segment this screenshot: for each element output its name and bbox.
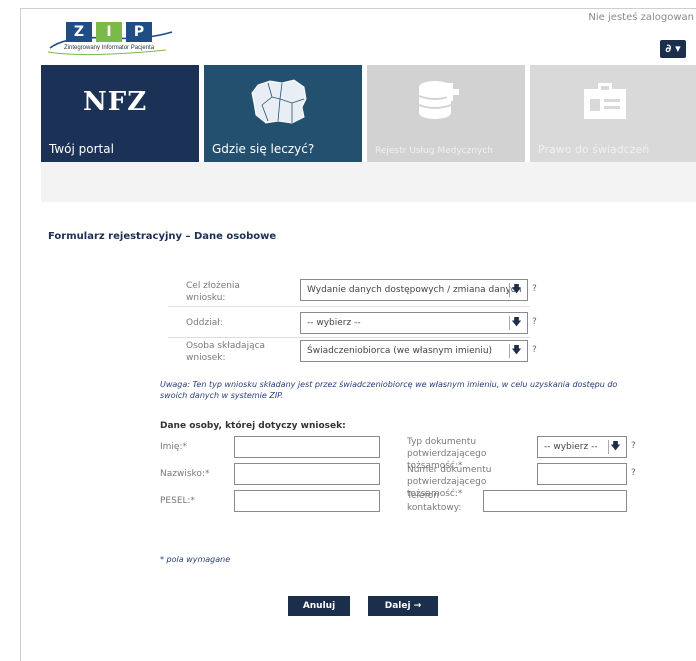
warning-note: Uwaga: Ten typ wniosku składany jest prz… xyxy=(160,380,618,400)
pesel-input[interactable] xyxy=(234,490,380,512)
cancel-button[interactable]: Anuluj xyxy=(288,596,350,616)
login-status: Nie jesteś zalogowan xyxy=(588,12,694,23)
tile-prawo-do-swiadczen[interactable]: Prawo do świadczeń xyxy=(530,65,696,162)
telefon-input[interactable] xyxy=(483,490,627,512)
imie-input[interactable] xyxy=(234,436,380,458)
tile-label: Prawo do świadczeń xyxy=(538,143,650,156)
next-button[interactable]: Dalej → xyxy=(368,596,438,616)
telefon-label: Telefon kontaktowy: xyxy=(407,491,462,513)
arrow-down-icon: 🡇 xyxy=(509,344,523,358)
tile-gdzie-sie-leczyc[interactable]: Gdzie się leczyć? xyxy=(204,65,362,162)
help-icon[interactable]: ? xyxy=(532,345,537,355)
arrow-down-icon: 🡇 xyxy=(509,283,523,297)
section-title: Dane osoby, której dotyczy wniosek: xyxy=(160,421,346,431)
tile-label: Rejestr Usług Medycznych xyxy=(375,146,494,156)
help-icon[interactable]: ? xyxy=(631,468,636,478)
form-title: Formularz rejestracyjny – Dane osobowe xyxy=(48,231,277,242)
osoba-select-value: Świadczeniobiorca (we własnym imieniu) xyxy=(307,346,493,356)
typ-dokumentu-select[interactable]: -- wybierz -- 🡇 xyxy=(537,436,627,458)
arrow-down-icon: 🡇 xyxy=(608,440,622,454)
accessibility-button[interactable]: ∂ ▾ xyxy=(660,40,686,58)
help-icon[interactable]: ? xyxy=(532,284,537,294)
tiles-band xyxy=(41,162,696,202)
database-plus-icon xyxy=(418,81,459,119)
tile-twoj-portal[interactable]: NFZ Twój portal xyxy=(41,65,199,162)
logo-letter-z: Z xyxy=(66,22,92,42)
arrow-down-icon: 🡇 xyxy=(509,316,523,330)
nazwisko-input[interactable] xyxy=(234,463,380,485)
cel-label: Cel złożenia wniosku: xyxy=(186,281,240,303)
help-icon[interactable]: ? xyxy=(631,441,636,451)
oddzial-label: Oddział: xyxy=(186,318,223,328)
logo-letter-i: I xyxy=(96,22,122,42)
zip-logo[interactable]: Z I P Zintegrowany Informator Pacjenta xyxy=(46,18,176,58)
help-icon[interactable]: ? xyxy=(532,317,537,327)
oddzial-select-value: -- wybierz -- xyxy=(307,318,361,328)
numer-dokumentu-input[interactable] xyxy=(537,463,627,485)
row-divider xyxy=(168,337,530,338)
oddzial-select[interactable]: -- wybierz -- 🡇 xyxy=(300,312,528,334)
cel-select[interactable]: Wydanie danych dostępowych / zmiana dany… xyxy=(300,279,528,301)
poland-map-icon xyxy=(251,79,307,124)
pesel-label: PESEL:* xyxy=(160,496,196,506)
id-card-icon xyxy=(584,83,626,119)
tile-label: Twój portal xyxy=(49,142,114,156)
nfz-logo: NFZ xyxy=(83,87,148,117)
nazwisko-label: Nazwisko:* xyxy=(160,469,210,479)
typ-dokumentu-value: -- wybierz -- xyxy=(544,442,598,452)
tile-rejestr-uslug[interactable]: Rejestr Usług Medycznych xyxy=(367,65,525,162)
cel-select-value: Wydanie danych dostępowych / zmiana dany… xyxy=(307,285,522,295)
logo-letter-p: P xyxy=(126,22,152,42)
required-note: * pola wymagane xyxy=(160,555,231,564)
tile-label: Gdzie się leczyć? xyxy=(212,142,315,156)
row-divider xyxy=(168,306,530,307)
logo-subtitle: Zintegrowany Informator Pacjenta xyxy=(64,45,155,51)
imie-label: Imię:* xyxy=(160,442,187,452)
osoba-label: Osoba składająca wniosek: xyxy=(186,341,266,363)
osoba-select[interactable]: Świadczeniobiorca (we własnym imieniu) 🡇 xyxy=(300,340,528,362)
